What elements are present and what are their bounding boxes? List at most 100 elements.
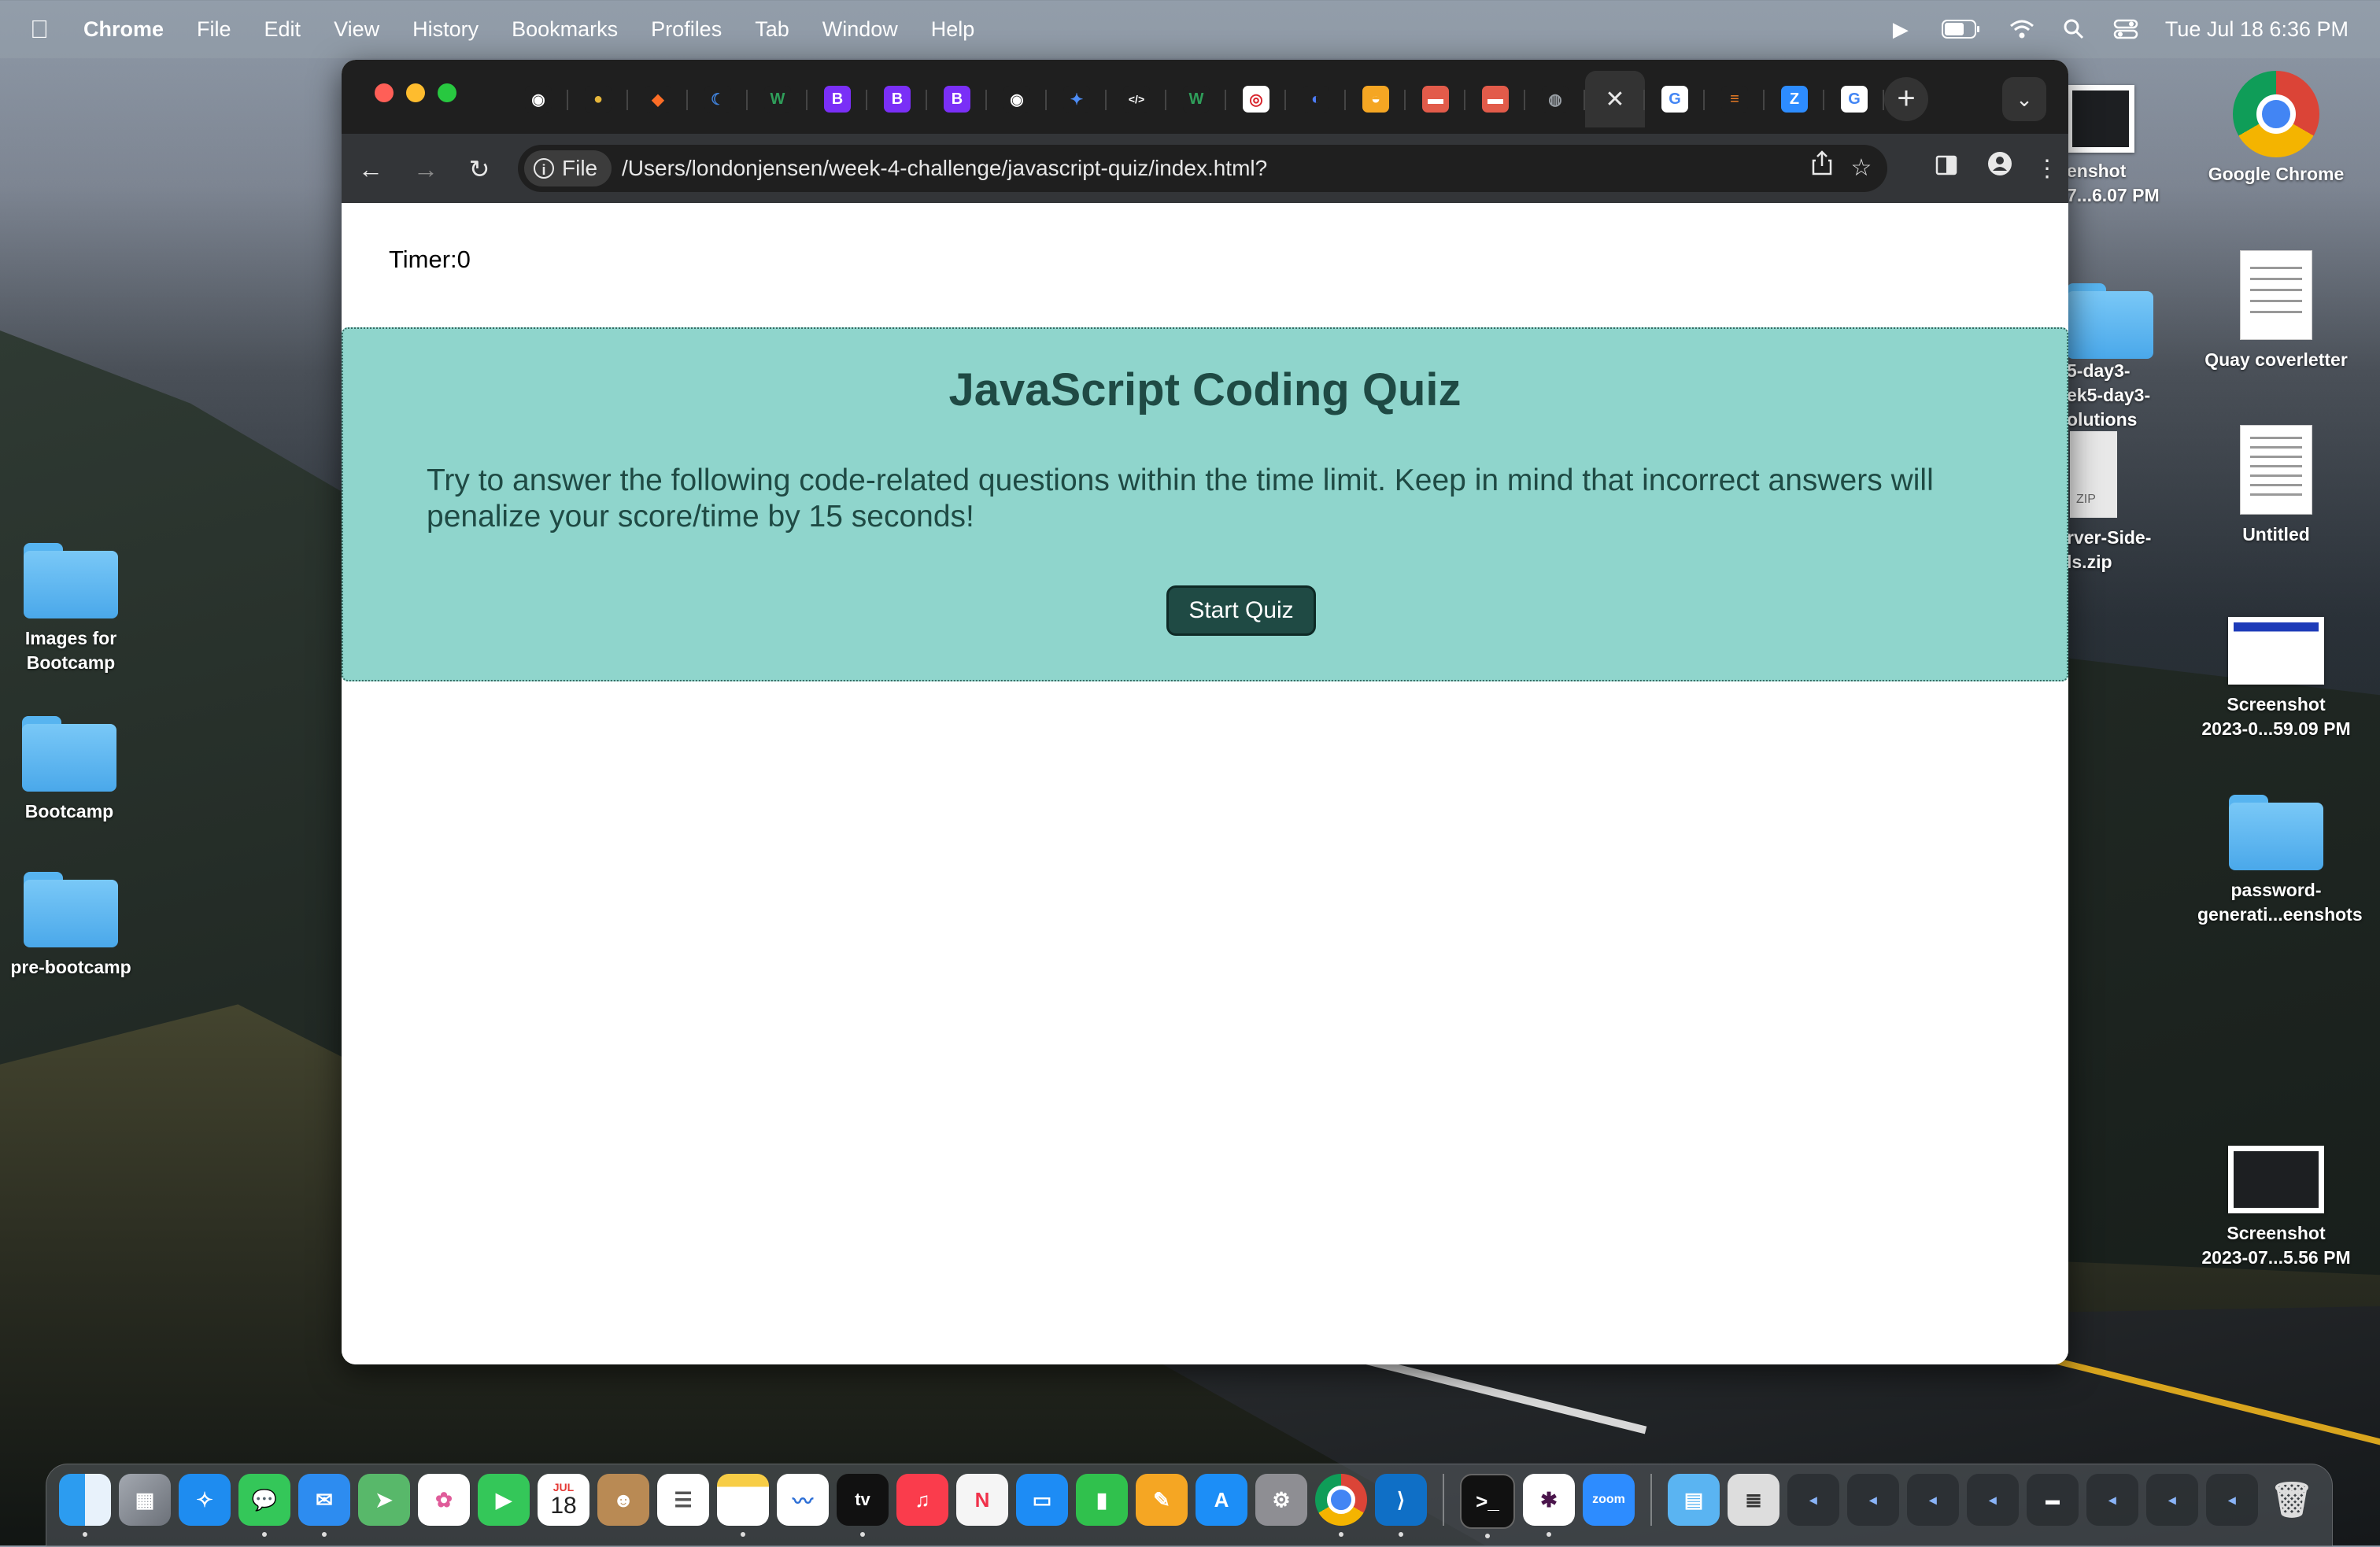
menu-view[interactable]: View <box>334 17 379 42</box>
back-arrow-icon[interactable]: ← <box>349 148 392 190</box>
browser-tab[interactable]: ◐ <box>1286 71 1346 127</box>
side-panel-icon[interactable] <box>1925 148 1968 190</box>
document-stack-icon[interactable]: ≣ <box>1728 1474 1779 1526</box>
contacts-icon[interactable]: ☻ <box>597 1474 649 1526</box>
menu-bookmarks[interactable]: Bookmarks <box>512 17 618 42</box>
zoom-icon[interactable]: zoom <box>1583 1474 1635 1526</box>
browser-tab[interactable]: G <box>1824 71 1884 127</box>
mail-icon[interactable]: ✉ <box>298 1474 350 1537</box>
desktop-screenshot-1[interactable]: Screenshot 2023-0...59.09 PM <box>2197 617 2355 741</box>
chrome-icon[interactable] <box>1315 1474 1367 1537</box>
notes-icon[interactable] <box>717 1474 769 1537</box>
browser-tab[interactable]: ◉ <box>987 71 1047 127</box>
browser-tab[interactable]: B <box>927 71 987 127</box>
facetime-icon[interactable]: ▶ <box>478 1474 530 1526</box>
browser-tab[interactable]: G <box>1645 71 1705 127</box>
menu-edit[interactable]: Edit <box>264 17 301 42</box>
browser-tab[interactable]: ≡ <box>1705 71 1765 127</box>
browser-tab[interactable]: W <box>748 71 808 127</box>
new-tab-button[interactable]: + <box>1884 77 1928 121</box>
launchpad-icon[interactable]: ▦ <box>119 1474 171 1526</box>
browser-tab-active[interactable]: ✕ <box>1585 71 1645 127</box>
browser-tab[interactable]: B <box>808 71 867 127</box>
desktop-folder-password-generator[interactable]: password- generati...eenshots <box>2197 795 2363 927</box>
minimized-window-icon[interactable]: ◂ <box>2086 1474 2138 1526</box>
control-center-icon[interactable] <box>2113 17 2138 42</box>
maps-icon[interactable]: ➤ <box>358 1474 410 1526</box>
slack-icon[interactable]: ✱ <box>1523 1474 1575 1537</box>
site-info-chip[interactable]: i File <box>524 150 612 186</box>
system-settings-icon[interactable]: ⚙ <box>1255 1474 1307 1526</box>
desktop-screenshot-partial[interactable]: enshot 7...6.07 PM <box>2067 85 2161 208</box>
terminal-icon[interactable]: >_ <box>1460 1474 1515 1538</box>
desktop-folder-images-for-bootcamp[interactable]: Images for Bootcamp <box>0 543 150 675</box>
desktop-zip-partial[interactable]: ZIP rver-Side- ls.zip <box>2067 431 2161 574</box>
tab-search-chevron-icon[interactable]: ⌄ <box>2002 77 2046 121</box>
numbers-icon[interactable]: ▮ <box>1076 1474 1128 1526</box>
battery-icon[interactable] <box>1940 17 1983 42</box>
menu-clock[interactable]: Tue Jul 18 6:36 PM <box>2165 17 2349 42</box>
menu-tab[interactable]: Tab <box>755 17 789 42</box>
menu-app-name[interactable]: Chrome <box>83 17 164 42</box>
app-store-icon[interactable]: A <box>1196 1474 1247 1526</box>
forward-arrow-icon[interactable]: → <box>405 148 447 190</box>
desktop-google-chrome[interactable]: Google Chrome <box>2197 71 2355 186</box>
music-icon[interactable]: ♫ <box>896 1474 948 1526</box>
browser-tab[interactable]: </> <box>1107 71 1166 127</box>
downloads-folder-icon[interactable]: ▤ <box>1668 1474 1720 1526</box>
browser-tab[interactable]: ✦ <box>1047 71 1107 127</box>
search-icon[interactable] <box>2061 17 2086 42</box>
desktop-untitled[interactable]: Untitled <box>2197 425 2355 547</box>
minimized-window-icon[interactable]: ◂ <box>1847 1474 1899 1526</box>
share-icon[interactable] <box>1802 145 1842 192</box>
photos-icon[interactable]: ✿ <box>418 1474 470 1526</box>
trash-icon[interactable]: 🗑 <box>2266 1474 2318 1526</box>
desktop-quay-coverletter[interactable]: Quay coverletter <box>2197 250 2355 372</box>
reminders-icon[interactable]: ☰ <box>657 1474 709 1526</box>
calendar-icon[interactable]: JUL 18 <box>538 1474 589 1526</box>
zoom-window-button[interactable] <box>438 83 456 102</box>
minimize-window-button[interactable] <box>406 83 425 102</box>
wifi-icon[interactable] <box>2009 17 2034 42</box>
vscode-icon[interactable]: ⟩ <box>1375 1474 1427 1537</box>
reload-icon[interactable]: ↻ <box>458 148 501 190</box>
minimized-window-icon[interactable]: ◂ <box>1907 1474 1959 1526</box>
browser-tab[interactable]: ◉ <box>508 71 568 127</box>
menu-help[interactable]: Help <box>931 17 975 42</box>
keynote-icon[interactable]: ▭ <box>1016 1474 1068 1526</box>
browser-tab[interactable]: ▬ <box>1406 71 1465 127</box>
play-icon[interactable]: ▶ <box>1888 17 1913 42</box>
browser-tab[interactable]: B <box>867 71 927 127</box>
desktop-folder-bootcamp[interactable]: Bootcamp <box>0 716 148 824</box>
browser-tab[interactable]: W <box>1166 71 1226 127</box>
menu-file[interactable]: File <box>197 17 231 42</box>
bookmark-star-icon[interactable]: ☆ <box>1842 145 1881 192</box>
desktop-folder-partial[interactable]: 5-day3- ek5-day3- olutions <box>2067 283 2161 432</box>
kebab-menu-icon[interactable]: ⋮ <box>2026 148 2068 190</box>
browser-tab[interactable]: ◎ <box>1226 71 1286 127</box>
minimized-window-icon[interactable]: ◂ <box>2206 1474 2258 1526</box>
pages-icon[interactable]: ✎ <box>1136 1474 1188 1526</box>
menu-history[interactable]: History <box>412 17 479 42</box>
menu-window[interactable]: Window <box>822 17 898 42</box>
browser-tab[interactable]: ◍ <box>1525 71 1585 127</box>
apple-tv-icon[interactable]: tv <box>837 1474 889 1537</box>
browser-tab[interactable]: ◒ <box>1346 71 1406 127</box>
profile-avatar-icon[interactable] <box>1979 148 2021 190</box>
apple-menu-icon[interactable]:  <box>30 17 52 42</box>
start-quiz-button[interactable]: Start Quiz <box>1166 585 1316 636</box>
close-window-button[interactable] <box>375 83 394 102</box>
browser-tab[interactable]: ▬ <box>1465 71 1525 127</box>
browser-tab[interactable]: ☾ <box>688 71 748 127</box>
browser-tab[interactable]: ◆ <box>628 71 688 127</box>
freeform-icon[interactable]: 〰 <box>777 1474 829 1526</box>
close-tab-icon[interactable]: ✕ <box>1605 86 1624 113</box>
minimized-window-icon[interactable]: ◂ <box>2146 1474 2198 1526</box>
minimized-window-icon[interactable]: ▬ <box>2027 1474 2079 1526</box>
browser-tab[interactable]: Z <box>1765 71 1824 127</box>
menu-profiles[interactable]: Profiles <box>651 17 722 42</box>
desktop-screenshot-2[interactable]: Screenshot 2023-07...5.56 PM <box>2197 1146 2355 1270</box>
browser-tab[interactable]: ● <box>568 71 628 127</box>
messages-icon[interactable]: 💬 <box>238 1474 290 1537</box>
finder-icon[interactable] <box>59 1474 111 1537</box>
